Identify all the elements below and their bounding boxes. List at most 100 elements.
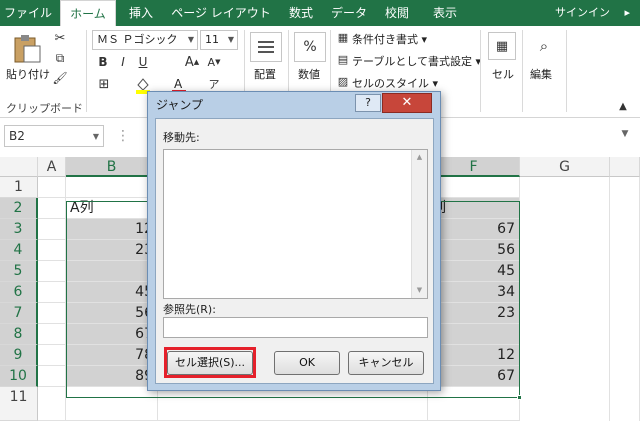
cell-b3[interactable]: 12 [66,219,158,240]
cell-f9[interactable]: 12 [428,345,520,366]
editing-label[interactable]: 編集 [530,66,552,82]
row-header[interactable]: 6 [0,282,38,303]
row-header[interactable]: 11 [0,387,38,421]
cell-b2[interactable]: A列 [66,198,158,219]
row-header[interactable]: 8 [0,324,38,345]
select-all-corner[interactable] [0,157,38,177]
binoculars-icon[interactable]: ⌕ [530,32,558,60]
copy-icon[interactable]: ⧉ [52,50,68,66]
row-header[interactable]: 3 [0,219,38,240]
cell-b10[interactable]: 89 [66,366,158,387]
alignment-label[interactable]: 配置 [254,66,276,82]
borders-icon[interactable]: ⊞ [96,76,112,92]
cell-f4[interactable]: 56 [428,240,520,261]
help-button[interactable]: ? [355,94,381,112]
row-header[interactable]: 1 [0,177,38,198]
cell-b4[interactable]: 23 [66,240,158,261]
underline-icon[interactable]: U [136,54,150,70]
decrease-font-icon[interactable]: A ▼ [206,54,222,70]
cell[interactable] [38,345,66,366]
signin-link[interactable]: サインイン [555,0,610,26]
cell-b6[interactable]: 45 [66,282,158,303]
column-header-a[interactable]: A [38,157,66,177]
column-header-b[interactable]: B [66,157,158,177]
cell[interactable] [38,198,66,219]
table-format-button[interactable]: テーブルとして書式設定 ▾ [352,53,481,69]
goto-listbox[interactable]: ▲ ▼ [163,149,428,299]
cells-icon[interactable]: ▦ [488,32,516,60]
cell-b7[interactable]: 56 [66,303,158,324]
cell-f8[interactable] [428,324,520,345]
format-painter-icon[interactable]: 🖌 [52,70,68,86]
increase-font-icon[interactable]: A ▲ [184,54,200,70]
cell[interactable] [38,240,66,261]
cell[interactable] [158,387,428,421]
column-header-g[interactable]: G [520,157,610,177]
tab-page-layout[interactable]: ページ レイアウト [166,0,276,26]
cell[interactable] [38,261,66,282]
row-header[interactable]: 2 [0,198,38,219]
name-box-dropdown-icon[interactable]: ▼ [92,131,100,141]
cell[interactable] [38,177,66,198]
reference-input[interactable] [163,317,428,338]
cell[interactable] [428,177,520,198]
percent-icon[interactable]: % [294,32,326,62]
cancel-button[interactable]: キャンセル [348,351,424,375]
cut-icon[interactable]: ✂ [52,30,68,46]
row-header[interactable]: 9 [0,345,38,366]
row-header[interactable]: 10 [0,366,38,387]
column-header-f[interactable]: F [428,157,520,177]
tab-insert[interactable]: 挿入 [118,0,164,26]
number-label[interactable]: 数値 [298,66,320,82]
cell-f3[interactable]: 67 [428,219,520,240]
paste-icon[interactable] [10,32,44,64]
fill-handle[interactable] [517,395,522,400]
cell[interactable] [66,177,158,198]
cell[interactable] [38,387,66,421]
cell-f10[interactable]: 67 [428,366,520,387]
cell[interactable] [38,366,66,387]
row-header[interactable]: 7 [0,303,38,324]
close-button[interactable]: ✕ [382,93,432,113]
listbox-scrollbar[interactable]: ▲ ▼ [411,150,427,298]
column-header-h[interactable] [610,157,640,177]
cell-b9[interactable]: 78 [66,345,158,366]
tab-review[interactable]: 校閲 [374,0,420,26]
cell[interactable] [66,387,158,421]
bold-icon[interactable]: B [96,54,110,70]
cell-style-button[interactable]: セルのスタイル ▾ [352,75,438,91]
cell-b5[interactable] [66,261,158,282]
cell-b8[interactable]: 67 [66,324,158,345]
account-arrow-icon[interactable]: ▸ [624,0,630,26]
tab-file[interactable]: ファイル [0,0,56,26]
table-format-icon[interactable]: ▤ [336,52,350,66]
name-box[interactable]: B2 [4,125,104,147]
cell[interactable] [610,177,640,421]
font-size-dropdown[interactable]: 11 ▼ [200,30,238,50]
italic-icon[interactable]: I [116,54,130,70]
expand-formula-bar-icon[interactable]: ▼ [618,127,632,141]
tab-home[interactable]: ホーム [60,0,116,27]
alignment-icon[interactable] [250,32,282,62]
tab-formulas[interactable]: 数式 [278,0,324,26]
tab-view[interactable]: 表示 [422,0,468,26]
ok-button[interactable]: OK [274,351,340,375]
row-header[interactable]: 4 [0,240,38,261]
tab-data[interactable]: データ [326,0,372,26]
cells-label[interactable]: セル [492,66,514,82]
cell[interactable] [38,303,66,324]
paste-button-label[interactable]: 貼り付け [6,66,50,82]
conditional-format-icon[interactable]: ▦ [336,30,350,44]
cell[interactable] [520,177,610,421]
cell-f6[interactable]: 34 [428,282,520,303]
conditional-format-button[interactable]: 条件付き書式 ▾ [352,31,427,47]
cell[interactable] [38,282,66,303]
scroll-down-icon[interactable]: ▼ [412,283,427,298]
cell[interactable] [428,387,520,421]
collapse-ribbon-icon[interactable]: ▲ [616,100,630,112]
phonetic-icon[interactable]: ア [206,76,222,92]
cell[interactable] [38,219,66,240]
font-name-dropdown[interactable]: ＭＳ Ｐゴシック ▼ [92,30,198,50]
scroll-up-icon[interactable]: ▲ [412,150,427,165]
cell-f5[interactable]: 45 [428,261,520,282]
